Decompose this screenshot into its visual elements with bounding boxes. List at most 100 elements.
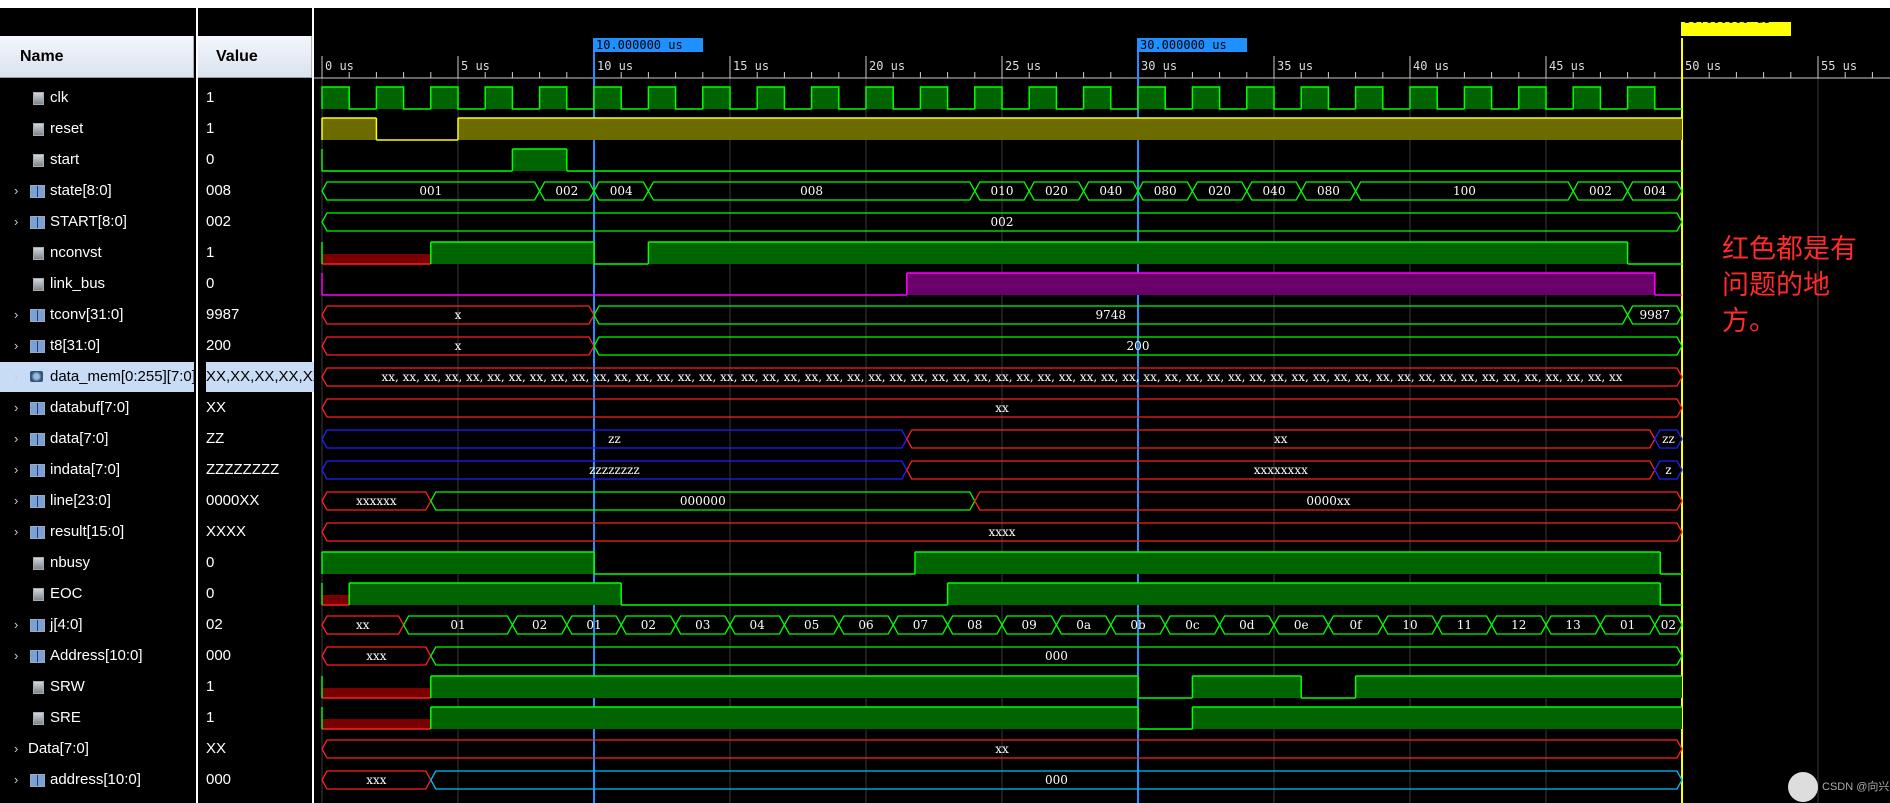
signal-row-state-8-0-[interactable]: › state[8:0] bbox=[0, 176, 194, 206]
expand-chevron-icon[interactable]: › bbox=[14, 765, 24, 795]
signal-value: 0 bbox=[206, 151, 215, 168]
expand-chevron-icon[interactable]: › bbox=[14, 517, 24, 547]
expand-chevron-icon[interactable]: › bbox=[14, 486, 24, 516]
clock-high-fill bbox=[1518, 87, 1546, 109]
signal-row-address-10-0-[interactable]: › address[10:0] bbox=[0, 765, 194, 795]
signal-row-indata-7-0-[interactable]: › indata[7:0] bbox=[0, 455, 194, 485]
bus-signal-icon bbox=[30, 185, 45, 198]
signal-name: link_bus bbox=[50, 275, 106, 292]
signal-row-srw[interactable]: SRW bbox=[0, 672, 194, 702]
signal-value: 0 bbox=[206, 585, 215, 602]
expand-chevron-icon[interactable]: › bbox=[14, 641, 24, 671]
bus-segment-value: 13 bbox=[1566, 618, 1581, 632]
signal-row-eoc[interactable]: EOC bbox=[0, 579, 194, 609]
bus-segment-value: 002 bbox=[555, 184, 578, 198]
clock-high-fill bbox=[1410, 87, 1438, 109]
signal-name: databuf[7:0] bbox=[50, 399, 130, 416]
signal-row-start-8-0-[interactable]: › START[8:0] bbox=[0, 207, 194, 237]
bus-segment-value: 008 bbox=[800, 184, 823, 198]
waveform-svg[interactable]: 0 us 5 us 10 us 15 us 20 us 25 us 30 us 35 us 40… bbox=[314, 8, 1890, 803]
expand-chevron-icon[interactable]: › bbox=[14, 455, 24, 485]
expand-chevron-icon[interactable]: › bbox=[14, 331, 24, 361]
high-level-fill bbox=[1192, 707, 1682, 729]
waveform-canvas[interactable]: 0 us 5 us 10 us 15 us 20 us 25 us 30 us 35 us 40… bbox=[314, 8, 1890, 803]
signal-row-address-10-0-[interactable]: › Address[10:0] bbox=[0, 641, 194, 671]
value-column-header[interactable]: Value bbox=[198, 36, 312, 78]
expand-chevron-icon[interactable]: › bbox=[14, 176, 24, 206]
signal-row-link-bus[interactable]: link_bus bbox=[0, 269, 194, 299]
bus-segment-value: 02 bbox=[532, 618, 547, 632]
signal-row-nbusy[interactable]: nbusy bbox=[0, 548, 194, 578]
signal-name: tconv[31:0] bbox=[50, 306, 124, 323]
bus-segment-value: 9748 bbox=[1096, 308, 1127, 322]
time-tick-label: 55 us bbox=[1821, 59, 1857, 73]
expand-chevron-icon[interactable]: › bbox=[14, 424, 24, 454]
bus-segment-value: xxxx bbox=[988, 525, 1015, 539]
signal-value: 1 bbox=[206, 244, 215, 261]
bus-segment-value: 000 bbox=[1045, 649, 1068, 663]
bus-signal-icon bbox=[30, 526, 45, 539]
signal-row-data-7-0-[interactable]: › Data[7:0] bbox=[0, 734, 194, 764]
signal-row-data-7-0-[interactable]: › data[7:0] bbox=[0, 424, 194, 454]
expand-chevron-icon[interactable]: › bbox=[14, 207, 24, 237]
expand-chevron-icon[interactable]: › bbox=[14, 362, 24, 392]
name-column-header[interactable]: Name bbox=[0, 36, 194, 78]
signal-row-nconvst[interactable]: nconvst bbox=[0, 238, 194, 268]
bus-segment-value: 03 bbox=[695, 618, 710, 632]
bus-segment-value: 002 bbox=[991, 215, 1014, 229]
time-tick-label: 0 us bbox=[325, 59, 354, 73]
bus-signal-icon bbox=[30, 433, 45, 446]
bus-segment-value: 0c bbox=[1185, 618, 1200, 632]
expand-chevron-icon[interactable]: › bbox=[14, 734, 24, 764]
bus-segment-value: 04 bbox=[750, 618, 766, 632]
bus-signal-icon bbox=[30, 402, 45, 415]
high-level-fill bbox=[512, 149, 567, 171]
expand-chevron-icon[interactable]: › bbox=[14, 300, 24, 330]
signal-row-t8-31-0-[interactable]: › t8[31:0] bbox=[0, 331, 194, 361]
signal-row-sre[interactable]: SRE bbox=[0, 703, 194, 733]
signal-row-data-mem-0-255-7-0-[interactable]: › data_mem[0:255][7:0] bbox=[0, 362, 194, 392]
clock-high-fill bbox=[1301, 87, 1329, 109]
clock-high-fill bbox=[1029, 87, 1057, 109]
signal-name: EOC bbox=[50, 585, 83, 602]
clock-high-fill bbox=[376, 87, 404, 109]
bus-segment-value: 12 bbox=[1511, 618, 1526, 632]
signal-row-clk[interactable]: clk bbox=[0, 83, 194, 113]
clock-high-fill bbox=[702, 87, 730, 109]
bus-segment-value: 010 bbox=[991, 184, 1014, 198]
bit-signal-icon bbox=[33, 588, 44, 601]
expand-chevron-icon[interactable]: › bbox=[14, 393, 24, 423]
bus-segment-value: xx, xx, xx, xx, xx, xx, xx, xx, xx, xx, … bbox=[381, 370, 1622, 384]
signal-row-start[interactable]: start bbox=[0, 145, 194, 175]
high-level-fill bbox=[430, 242, 594, 264]
expand-chevron-icon[interactable]: › bbox=[14, 610, 24, 640]
clock-high-fill bbox=[322, 87, 350, 109]
clock-high-fill bbox=[1573, 87, 1601, 109]
signal-value: XXXX bbox=[206, 523, 247, 540]
high-level-fill bbox=[458, 118, 1682, 140]
clock-high-fill bbox=[1355, 87, 1383, 109]
clock-high-fill bbox=[1192, 87, 1220, 109]
signal-row-reset[interactable]: reset bbox=[0, 114, 194, 144]
clock-high-fill bbox=[1627, 87, 1655, 109]
bus-segment-value: 004 bbox=[610, 184, 633, 198]
high-level-fill bbox=[914, 552, 1661, 574]
bus-segment-value: 100 bbox=[1453, 184, 1476, 198]
signal-row-j-4-0-[interactable]: › j[4:0] bbox=[0, 610, 194, 640]
bus-segment-value: 0e bbox=[1294, 618, 1309, 632]
bus-segment-value: xxx bbox=[366, 649, 387, 663]
bus-signal-icon bbox=[30, 650, 45, 663]
annotation-note: 红色都是有问题的地方。 bbox=[1722, 234, 1857, 337]
bus-segment-value: 000000 bbox=[680, 494, 726, 508]
signal-value: 000 bbox=[206, 647, 232, 664]
bus-segment-value: 0d bbox=[1239, 618, 1255, 632]
signal-row-tconv-31-0-[interactable]: › tconv[31:0] bbox=[0, 300, 194, 330]
signal-name: nbusy bbox=[50, 554, 91, 571]
signal-row-line-23-0-[interactable]: › line[23:0] bbox=[0, 486, 194, 516]
signal-value: 200 bbox=[206, 337, 232, 354]
clock-high-fill bbox=[430, 87, 458, 109]
signal-name: start bbox=[50, 151, 80, 168]
signal-value: 02 bbox=[206, 616, 223, 633]
signal-row-databuf-7-0-[interactable]: › databuf[7:0] bbox=[0, 393, 194, 423]
signal-row-result-15-0-[interactable]: › result[15:0] bbox=[0, 517, 194, 547]
